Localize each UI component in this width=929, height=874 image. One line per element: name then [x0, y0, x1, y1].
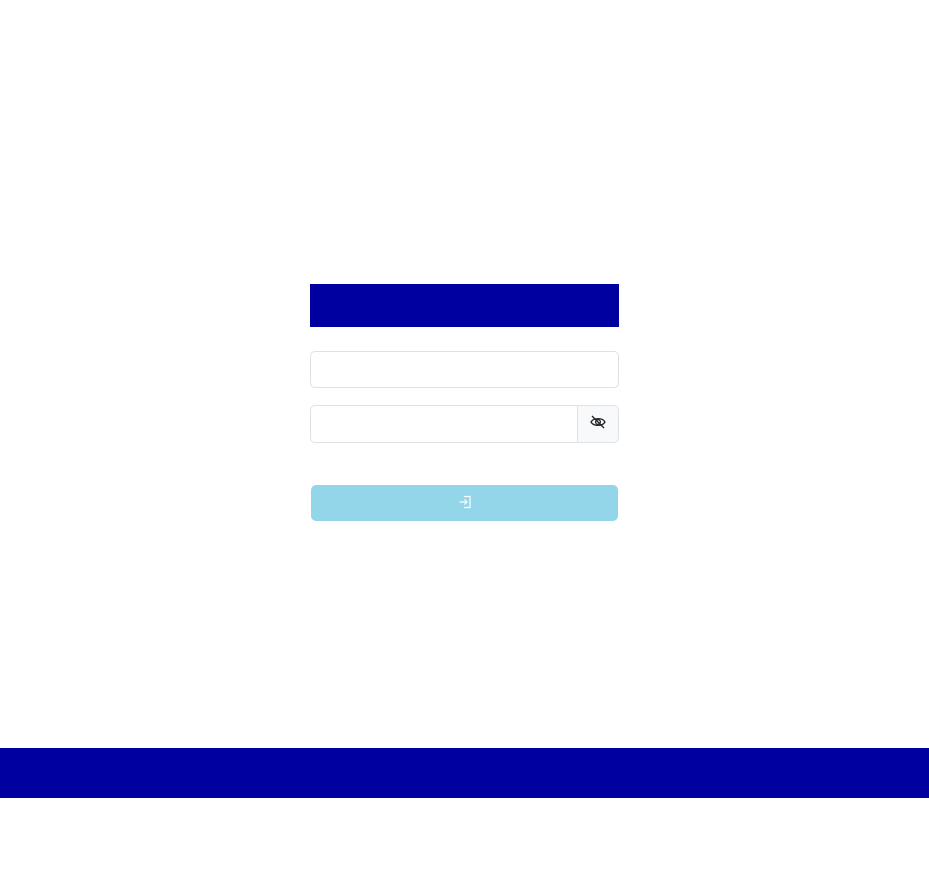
footer-bar	[0, 748, 929, 798]
eye-slash-icon	[590, 415, 606, 434]
password-input-group	[310, 405, 619, 443]
password-input[interactable]	[311, 406, 577, 442]
login-submit-button[interactable]	[311, 485, 618, 521]
username-input[interactable]	[311, 352, 618, 387]
username-field-wrapper	[310, 351, 619, 388]
login-header-banner	[310, 284, 619, 327]
sign-in-icon	[458, 495, 472, 512]
toggle-password-visibility-button[interactable]	[577, 405, 619, 443]
password-field-wrapper	[310, 405, 577, 443]
login-page	[0, 0, 929, 874]
